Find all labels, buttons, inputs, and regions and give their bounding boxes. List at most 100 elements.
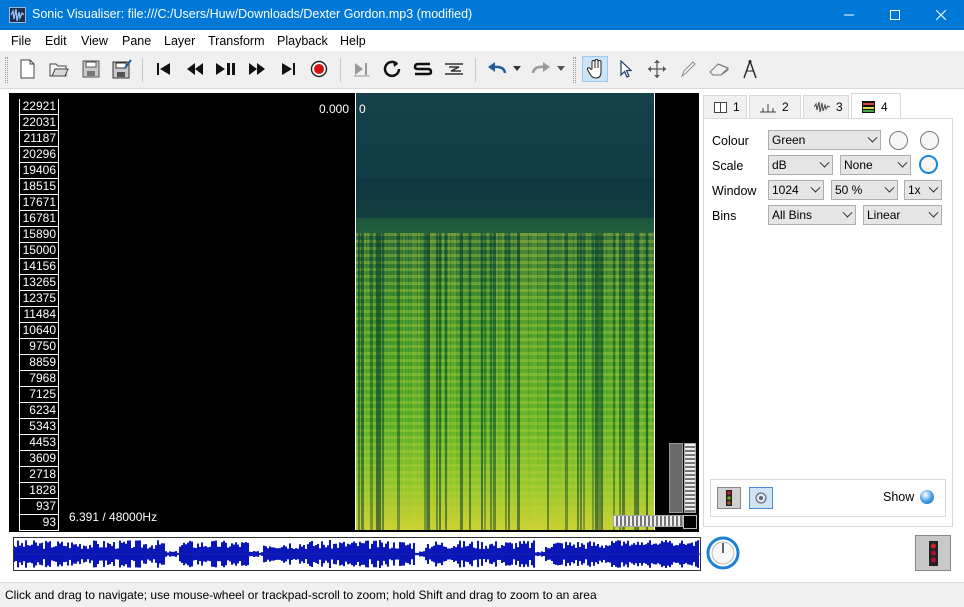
spectrogram-column <box>415 233 417 530</box>
menu-layer[interactable]: Layer <box>164 34 195 48</box>
menu-help[interactable]: Help <box>340 34 366 48</box>
play-pause-icon <box>216 63 235 75</box>
tab-1[interactable]: 1 <box>703 95 747 118</box>
rewind-button[interactable] <box>182 56 208 82</box>
spectrogram-image[interactable] <box>355 93 654 530</box>
spectrogram-column <box>571 233 573 530</box>
spectrogram-column <box>631 233 634 530</box>
redo-button[interactable] <box>528 56 554 82</box>
frequency-tick: 15000 <box>19 243 59 259</box>
bins-select[interactable]: All Bins <box>768 205 856 225</box>
undo-icon <box>488 62 507 74</box>
navigate-tool-button[interactable] <box>582 56 608 82</box>
waveform-icon <box>814 101 830 113</box>
tab-3[interactable]: 3 <box>803 95 849 118</box>
horizontal-zoom-wheel[interactable] <box>613 515 683 527</box>
tab-4[interactable]: 4 <box>851 93 901 119</box>
loop-icon <box>383 60 401 78</box>
spectrogram-column <box>403 233 405 530</box>
tab-4-label: 4 <box>881 99 888 114</box>
save-button[interactable] <box>78 56 104 82</box>
frequency-scale-select[interactable]: Linear <box>863 205 942 225</box>
colour-select[interactable]: Green <box>768 130 881 150</box>
select-tool-button[interactable] <box>613 56 639 82</box>
spectrogram-column <box>367 233 369 530</box>
spectrogram-column <box>463 233 466 530</box>
gain-dial[interactable] <box>919 155 938 174</box>
zoom-reset-button[interactable] <box>683 515 697 529</box>
playback-speed-dial[interactable] <box>705 535 741 571</box>
scale-select[interactable]: dB <box>768 155 833 175</box>
menu-pane[interactable]: Pane <box>122 34 151 48</box>
fast-forward-end-button[interactable] <box>275 56 301 82</box>
play-pause-button[interactable] <box>213 56 239 82</box>
play-selection-button[interactable] <box>349 56 375 82</box>
record-button[interactable] <box>306 56 332 82</box>
align-button[interactable] <box>441 56 467 82</box>
colour-rotation-dial[interactable] <box>889 131 908 150</box>
chevron-down-icon <box>842 207 853 218</box>
menu-edit[interactable]: Edit <box>45 34 67 48</box>
maximize-button[interactable] <box>872 0 918 30</box>
frequency-tick: 8859 <box>19 355 59 371</box>
draw-icon <box>680 61 696 78</box>
redo-history-dropdown[interactable] <box>554 56 568 82</box>
rewind-start-button[interactable] <box>151 56 177 82</box>
open-button[interactable] <box>46 56 72 82</box>
fast-forward-button[interactable] <box>244 56 270 82</box>
loop-button[interactable] <box>379 56 405 82</box>
spectrogram-column <box>604 233 606 530</box>
frequency-tick: 3609 <box>19 451 59 467</box>
layer-colour-button[interactable] <box>749 487 773 509</box>
save-icon <box>82 60 100 78</box>
measure-tool-button[interactable] <box>737 56 763 82</box>
threshold-dial[interactable] <box>920 131 939 150</box>
menu-file[interactable]: File <box>11 34 31 48</box>
overview-viewport[interactable] <box>13 537 701 571</box>
undo-button[interactable] <box>484 56 510 82</box>
toolbar-grip[interactable] <box>573 57 576 83</box>
draw-tool-button[interactable] <box>675 56 701 82</box>
spectrogram-column <box>475 233 477 530</box>
menu-transform[interactable]: Transform <box>208 34 265 48</box>
spectrogram-column <box>553 233 555 530</box>
bins-label: Bins <box>712 209 737 223</box>
new-session-button[interactable] <box>14 56 40 82</box>
save-as-button[interactable] <box>109 56 135 82</box>
menu-view[interactable]: View <box>81 34 108 48</box>
window-size-select[interactable]: 1024 <box>768 180 824 200</box>
menu-playback[interactable]: Playback <box>277 34 328 48</box>
oversampling-select[interactable]: 1x <box>904 180 942 200</box>
vertical-zoom-wheel[interactable] <box>684 443 696 513</box>
spectrogram-column <box>439 233 441 530</box>
fast-forward-end-icon <box>282 63 295 75</box>
solo-button[interactable] <box>410 56 436 82</box>
spectrogram-column <box>472 233 475 530</box>
spectrogram-column <box>433 233 436 530</box>
minimize-button[interactable] <box>826 0 872 30</box>
undo-history-dropdown[interactable] <box>510 56 524 82</box>
frequency-tick: 13265 <box>19 275 59 291</box>
spectrogram-pane[interactable]: 22921 22031 21187 20296 19406 18515 1767… <box>9 93 699 532</box>
traffic-light-icon <box>726 490 732 506</box>
spectrogram-column <box>370 233 373 530</box>
layer-traffic-light-button[interactable] <box>717 487 741 509</box>
frequency-tick: 7125 <box>19 387 59 403</box>
overview-layer-button[interactable] <box>915 535 951 571</box>
overview-pane[interactable] <box>9 532 701 574</box>
tab-2[interactable]: 2 <box>749 95 801 118</box>
window-overlap-select[interactable]: 50 % <box>831 180 898 200</box>
normalization-select[interactable]: None <box>840 155 911 175</box>
status-bar: Click and drag to navigate; use mouse-wh… <box>0 582 964 607</box>
spectrogram-column <box>499 233 502 530</box>
record-icon <box>310 60 328 78</box>
spectrogram-column <box>385 233 387 530</box>
toolbar-grip[interactable] <box>5 57 8 83</box>
close-button[interactable] <box>918 0 964 30</box>
erase-tool-button[interactable] <box>706 56 732 82</box>
show-toggle[interactable] <box>920 490 934 504</box>
move-tool-button[interactable] <box>644 56 670 82</box>
frequency-tick: 22921 <box>19 99 59 115</box>
layer-controls: Show <box>710 479 946 517</box>
vertical-zoom-slider[interactable] <box>669 443 683 513</box>
